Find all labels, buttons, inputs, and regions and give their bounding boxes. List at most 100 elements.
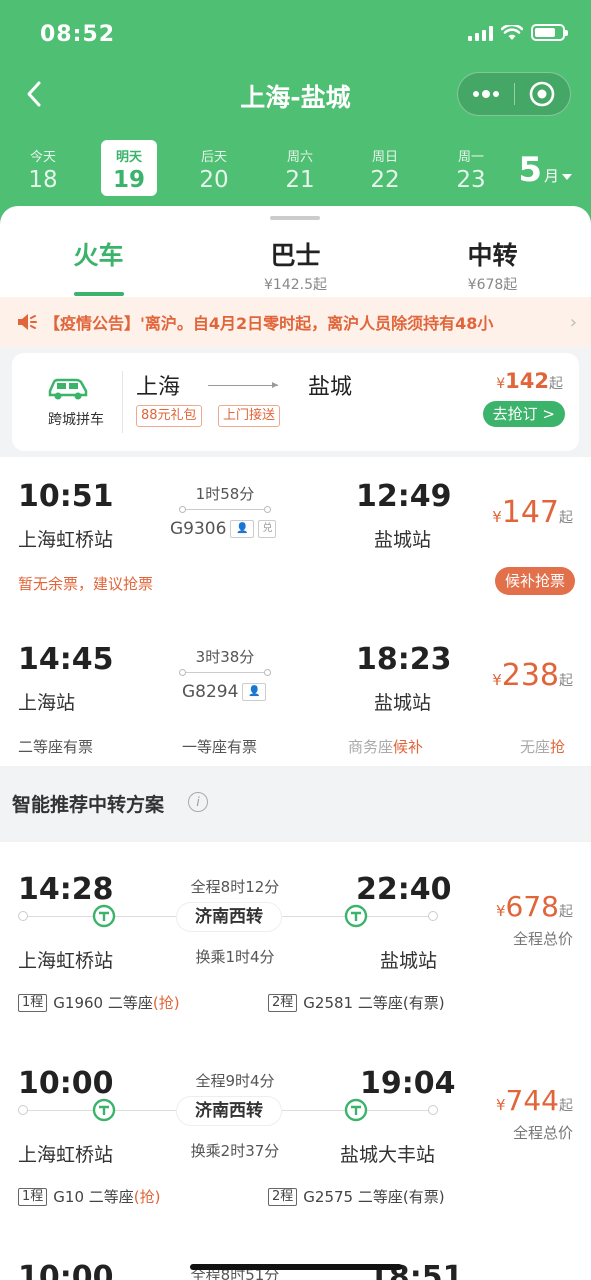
info-icon[interactable]: i [188, 792, 208, 812]
leg-tag: 2程 [268, 993, 298, 1012]
home-indicator[interactable] [190, 1264, 402, 1270]
price-value: 147 [501, 495, 559, 530]
month-number: 5 [518, 150, 542, 190]
carpool-type: 跨城拼车 [48, 412, 104, 428]
leg-state: (抢) [152, 994, 180, 1012]
currency-symbol: ¥ [496, 376, 506, 392]
leg-state: (抢) [133, 1188, 161, 1206]
date-tomorrow[interactable]: 明天 19 [101, 140, 157, 196]
leg-tag: 2程 [268, 1187, 298, 1206]
duration: 1时58分 [195, 485, 255, 503]
carpool-section: 跨城拼车 上海 盐城 88元礼包 上门接送 ¥142起 去抢订 > [0, 347, 591, 457]
tab-active-indicator [74, 292, 124, 296]
end-dot [428, 911, 438, 921]
train-card[interactable]: 14:45 上海站 3时38分 G8294 👤 18:23 盐城站 ¥238起 … [0, 620, 591, 776]
date-day: 23 [456, 167, 486, 193]
seat-state: 抢 [550, 738, 566, 756]
target-circle-icon [529, 81, 555, 107]
start-dot [18, 911, 28, 921]
id-card-icon: 👤 [242, 683, 267, 701]
duration-line [179, 506, 271, 513]
price-value: 142 [505, 369, 549, 393]
train-card[interactable]: 10:51 上海虹桥站 1时58分 G9306 👤 兑 12:49 盐城站 ¥1… [0, 457, 591, 613]
tab-price: ¥678起 [467, 277, 518, 293]
leg-train: G10 [53, 1187, 84, 1206]
date-day: 22 [370, 167, 400, 193]
date-selector: 今天 18 明天 19 后天 20 周六 21 周日 22 周一 23 5 月 [0, 140, 591, 200]
departure-time: 10:00 [18, 1260, 114, 1280]
leg-2: 2程 G2581 二等座 (有票) [268, 992, 445, 1013]
date-saturday[interactable]: 周六 21 [265, 140, 335, 196]
route-arrow [208, 382, 278, 388]
leg-state: (有票) [402, 994, 445, 1012]
currency-symbol: ¥ [496, 1096, 506, 1114]
departure-time: 10:00 [18, 1066, 114, 1101]
id-card-icon: 👤 [230, 520, 255, 538]
railway-icon [344, 904, 368, 928]
total-price: ¥678起 [496, 890, 573, 923]
speaker-icon [18, 314, 37, 330]
divider [122, 371, 123, 433]
leg-seat: 二等座 [88, 1188, 134, 1206]
leg-tag: 1程 [18, 993, 48, 1012]
more-dots-icon [472, 90, 499, 98]
ticket-price: ¥238起 [492, 658, 573, 693]
price-label: 全程总价 [512, 1124, 573, 1142]
seat-name: 商务座 [348, 738, 394, 756]
carpool-card[interactable]: 跨城拼车 上海 盐城 88元礼包 上门接送 ¥142起 去抢订 > [12, 353, 579, 451]
arrival-station: 盐城站 [374, 692, 432, 714]
leg-1: 1程 G1960 二等座 (抢) [18, 992, 180, 1013]
drag-handle[interactable] [270, 216, 320, 220]
transfer-card[interactable]: 14:28 全程8时12分 22:40 济南西转 上海虹桥站 换乘1时4分 盐城… [0, 850, 591, 1036]
arrival-station: 盐城站 [374, 529, 432, 551]
date-monday[interactable]: 周一 23 [436, 140, 506, 196]
date-day: 19 [112, 167, 145, 193]
section-title: 智能推荐中转方案 [12, 794, 165, 816]
transfer-card[interactable]: 10:00 全程8时51分 18:51 [0, 1238, 591, 1280]
tab-bus[interactable]: 巴士 ¥142.5起 [197, 228, 394, 294]
month-picker[interactable]: 5 月 [518, 150, 573, 190]
currency-symbol: ¥ [492, 508, 502, 526]
departure-station: 上海虹桥站 [18, 529, 114, 551]
price-suffix: 起 [559, 1098, 573, 1114]
price-suffix: 起 [559, 510, 573, 526]
price-suffix: 起 [549, 376, 563, 392]
more-button[interactable] [458, 72, 514, 116]
leg-seat: 二等座 [357, 994, 403, 1012]
exchange-icon: 兑 [258, 520, 277, 538]
leg-state: (有票) [402, 1188, 445, 1206]
seat-state: 有票 [63, 738, 94, 756]
date-sunday[interactable]: 周日 22 [350, 140, 420, 196]
duration: 3时38分 [195, 648, 255, 666]
railway-icon [344, 1098, 368, 1122]
departure-time: 14:45 [18, 642, 114, 677]
price-value: 678 [505, 890, 559, 923]
date-day: 20 [199, 167, 229, 193]
train-number-row: G8294 👤 [182, 682, 267, 702]
status-icons [468, 24, 568, 41]
availability-status: 暂无余票，建议抢票 [18, 575, 154, 593]
ticket-price: ¥147起 [492, 495, 573, 530]
date-day-after[interactable]: 后天 20 [179, 140, 249, 196]
tab-train[interactable]: 火车 [0, 228, 197, 272]
waitlist-button[interactable]: 候补抢票 [494, 567, 575, 595]
price-suffix: 起 [559, 673, 573, 689]
notice-banner[interactable]: 【疫情公告】'离沪。自4月2日零时起，离沪人员除须持有48小 › [0, 297, 591, 347]
tab-transfer[interactable]: 中转 ¥678起 [394, 228, 591, 294]
tab-label: 中转 [467, 241, 518, 270]
date-weekday: 周日 [371, 150, 398, 165]
book-carpool-button[interactable]: 去抢订 > [482, 401, 565, 427]
arrival-time: 19:04 [360, 1066, 456, 1101]
total-duration: 全程9时4分 [195, 1072, 275, 1090]
transfer-card[interactable]: 10:00 全程9时4分 19:04 济南西转 上海虹桥站 换乘2时37分 盐城… [0, 1044, 591, 1230]
leg-2: 2程 G2575 二等座 (有票) [268, 1186, 445, 1207]
departure-time: 14:28 [18, 872, 114, 907]
seat-name: 无座 [520, 738, 551, 756]
transfer-wait: 换乘2时37分 [190, 1142, 280, 1160]
train-number: G9306 [170, 519, 227, 539]
close-mini-program-button[interactable] [514, 72, 570, 116]
leg-train: G2581 [303, 993, 354, 1012]
arrival-station: 盐城大丰站 [340, 1144, 436, 1166]
date-today[interactable]: 今天 18 [8, 140, 78, 196]
carpool-from: 上海 [136, 375, 181, 400]
